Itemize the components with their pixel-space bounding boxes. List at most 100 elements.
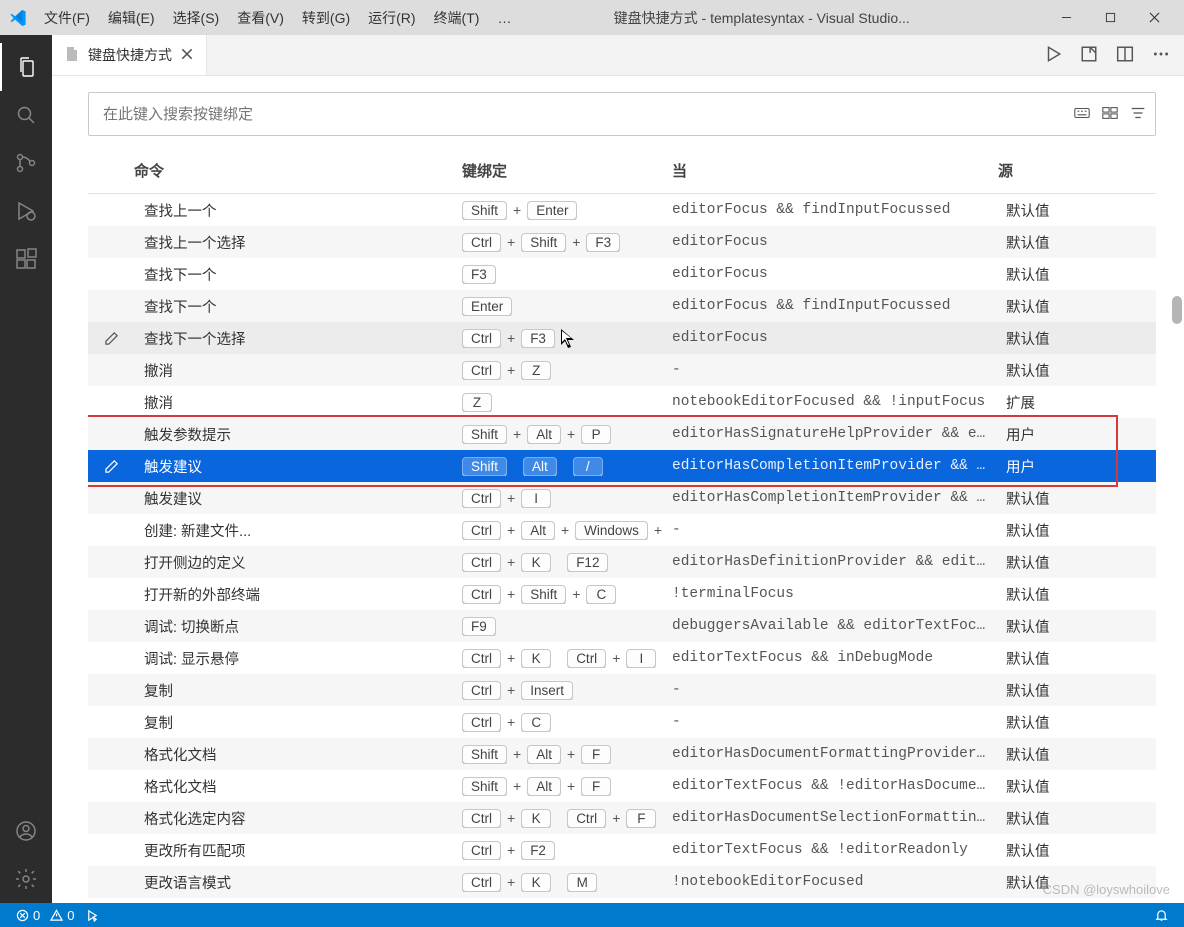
cell-keybinding: Shift+Enter — [462, 201, 672, 220]
source-control-icon[interactable] — [0, 139, 52, 187]
table-row[interactable]: 查找下一个F3editorFocus默认值 — [88, 258, 1156, 290]
more-actions-icon[interactable] — [1152, 45, 1170, 66]
tabs-bar: 键盘快捷方式 — [52, 35, 1184, 76]
tab-close-button[interactable] — [180, 47, 194, 64]
window-close-button[interactable] — [1132, 0, 1176, 35]
cell-when: debuggersAvailable && editorTextFoc… — [672, 618, 998, 634]
accounts-icon[interactable] — [0, 807, 52, 855]
cell-command: 查找上一个选择 — [134, 232, 462, 253]
open-json-icon[interactable] — [1080, 45, 1098, 66]
cell-command: 调试: 显示悬停 — [134, 648, 462, 669]
table-header: 命令 键绑定 当 源 — [88, 154, 1156, 194]
cell-command: 格式化文档 — [134, 744, 462, 765]
cell-keybinding: F9 — [462, 617, 672, 636]
table-row[interactable]: 复制Ctrl+Insert-默认值 — [88, 674, 1156, 706]
cell-keybinding: ShiftAlt/ — [462, 457, 672, 476]
header-keybinding[interactable]: 键绑定 — [462, 160, 672, 181]
keybindings-table: 命令 键绑定 当 源 查找上一个Shift+EntereditorFocus &… — [88, 154, 1156, 903]
cell-command: 格式化选定内容 — [134, 808, 462, 829]
table-row[interactable]: 格式化文档Shift+Alt+FeditorTextFocus && !edit… — [88, 770, 1156, 802]
cell-source: 默认值 — [998, 808, 1118, 829]
table-row[interactable]: 触发建议Ctrl+IeditorHasCompletionItemProvide… — [88, 482, 1156, 514]
cell-when: - — [672, 714, 998, 730]
cell-command: 创建: 新建文件... — [134, 520, 462, 541]
menu-item-2[interactable]: 选择(S) — [165, 4, 228, 32]
menu-item-5[interactable]: 运行(R) — [360, 4, 423, 32]
table-row[interactable]: 创建: 新建文件...Ctrl+Alt+Windows+-默认值 — [88, 514, 1156, 546]
cell-source: 默认值 — [998, 360, 1118, 381]
window-minimize-button[interactable] — [1044, 0, 1088, 35]
menu-item-3[interactable]: 查看(V) — [229, 4, 292, 32]
cell-keybinding: Shift+Alt+F — [462, 777, 672, 796]
table-row[interactable]: 查找上一个选择Ctrl+Shift+F3editorFocus默认值 — [88, 226, 1156, 258]
cell-source: 用户 — [998, 456, 1118, 477]
cell-when: editorHasCompletionItemProvider && … — [672, 458, 998, 474]
search-icon[interactable] — [0, 91, 52, 139]
status-problems[interactable]: 0 0 — [10, 903, 80, 927]
cell-command: 打开新的外部终端 — [134, 584, 462, 605]
header-source[interactable]: 源 — [998, 160, 1118, 181]
cell-when: editorFocus && findInputFocussed — [672, 202, 998, 218]
menu-item-6[interactable]: 终端(T) — [426, 4, 488, 32]
edit-pencil-icon[interactable] — [88, 322, 134, 354]
cell-when: editorFocus — [672, 234, 998, 250]
menu-item-1[interactable]: 编辑(E) — [100, 4, 163, 32]
cell-source: 默认值 — [998, 616, 1118, 637]
cell-keybinding: Ctrl+KCtrl+F — [462, 809, 672, 828]
table-row[interactable]: 撤消ZnotebookEditorFocused && !inputFocus扩… — [88, 386, 1156, 418]
vertical-scrollbar-thumb[interactable] — [1172, 296, 1182, 324]
table-row[interactable]: 触发建议ShiftAlt/editorHasCompletionItemProv… — [88, 450, 1156, 482]
settings-gear-icon[interactable] — [0, 855, 52, 903]
status-warnings-count: 0 — [67, 908, 74, 923]
cell-command: 复制 — [134, 680, 462, 701]
explorer-icon[interactable] — [0, 43, 52, 91]
table-row[interactable]: 触发参数提示Shift+Alt+PeditorHasSignatureHelpP… — [88, 418, 1156, 450]
cell-keybinding: Z — [462, 393, 672, 412]
cell-command: 撤消 — [134, 392, 462, 413]
table-row[interactable]: 格式化选定内容Ctrl+KCtrl+FeditorHasDocumentSele… — [88, 802, 1156, 834]
table-row[interactable]: 更改所有匹配项Ctrl+F2editorTextFocus && !editor… — [88, 834, 1156, 866]
extensions-icon[interactable] — [0, 235, 52, 283]
cell-keybinding: Enter — [462, 297, 672, 316]
cell-source: 默认值 — [998, 584, 1118, 605]
cell-source: 默认值 — [998, 296, 1118, 317]
table-row[interactable]: 调试: 显示悬停Ctrl+KCtrl+IeditorTextFocus && i… — [88, 642, 1156, 674]
cell-source: 默认值 — [998, 328, 1118, 349]
table-row[interactable]: 更改语言模式Ctrl+KM!notebookEditorFocused默认值 — [88, 866, 1156, 898]
table-row[interactable]: 打开新的外部终端Ctrl+Shift+C!terminalFocus默认值 — [88, 578, 1156, 610]
table-row[interactable]: 打开侧边的定义Ctrl+KF12editorHasDefinitionProvi… — [88, 546, 1156, 578]
cell-command: 查找下一个 — [134, 296, 462, 317]
split-editor-icon[interactable] — [1116, 45, 1134, 66]
record-keys-icon[interactable] — [1073, 104, 1091, 125]
run-icon[interactable] — [1044, 45, 1062, 66]
filter-icon[interactable] — [1129, 104, 1147, 125]
sort-precedence-icon[interactable] — [1101, 104, 1119, 125]
header-command[interactable]: 命令 — [134, 160, 462, 181]
cell-when: editorHasDocumentFormattingProvider… — [672, 746, 998, 762]
editor-actions — [1030, 35, 1184, 75]
status-notifications-icon[interactable] — [1149, 903, 1174, 927]
table-row[interactable]: 调试: 切换断点F9debuggersAvailable && editorTe… — [88, 610, 1156, 642]
tab-keyboard-shortcuts[interactable]: 键盘快捷方式 — [52, 35, 207, 75]
cell-when: editorTextFocus && !editorHasDocume… — [672, 778, 998, 794]
keybinding-search-input[interactable] — [101, 105, 1073, 124]
cell-command: 更改所有匹配项 — [134, 840, 462, 861]
keybinding-search[interactable] — [88, 92, 1156, 136]
cell-when: editorTextFocus && !editorReadonly — [672, 842, 998, 858]
title-bar: 文件(F)编辑(E)选择(S)查看(V)转到(G)运行(R)终端(T)… 键盘快… — [0, 0, 1184, 35]
table-row[interactable]: 查找下一个EntereditorFocus && findInputFocuss… — [88, 290, 1156, 322]
table-row[interactable]: 复制Ctrl+C-默认值 — [88, 706, 1156, 738]
table-row[interactable]: 查找上一个Shift+EntereditorFocus && findInput… — [88, 194, 1156, 226]
table-row[interactable]: 撤消Ctrl+Z-默认值 — [88, 354, 1156, 386]
table-row[interactable]: 格式化文档Shift+Alt+FeditorHasDocumentFormatt… — [88, 738, 1156, 770]
window-maximize-button[interactable] — [1088, 0, 1132, 35]
cell-source: 默认值 — [998, 232, 1118, 253]
header-when[interactable]: 当 — [672, 160, 998, 181]
menu-item-0[interactable]: 文件(F) — [36, 4, 98, 32]
run-debug-icon[interactable] — [0, 187, 52, 235]
cell-command: 查找下一个选择 — [134, 328, 462, 349]
table-row[interactable]: 查找下一个选择Ctrl+F3editorFocus默认值 — [88, 322, 1156, 354]
status-debug-start[interactable] — [80, 903, 105, 927]
menu-item-4[interactable]: 转到(G) — [294, 4, 358, 32]
edit-pencil-icon[interactable] — [88, 450, 134, 482]
